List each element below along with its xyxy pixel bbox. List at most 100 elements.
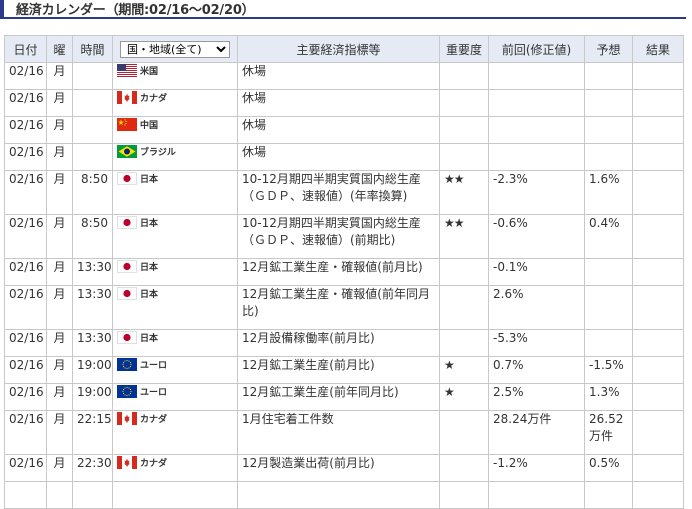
- indicator-cell: 休場: [237, 62, 440, 90]
- forecast-cell: [584, 62, 633, 90]
- importance-cell: [439, 285, 489, 330]
- table-row: 02/16 月 8:50 日本 10-12月期四半期実質国内総生産（ＧＤＰ、速報値）(年…: [4, 170, 684, 215]
- country-name: ユーロ: [140, 361, 168, 371]
- weekday-cell: 月: [46, 143, 73, 171]
- time-cell: [72, 89, 113, 117]
- country-name: カナダ: [140, 459, 168, 469]
- indicator-cell: 12月鉱工業生産(前年同月比): [237, 383, 440, 411]
- date-cell: 02/16: [4, 454, 47, 482]
- importance-cell: [439, 454, 489, 482]
- country-name: 中国: [140, 121, 159, 131]
- result-cell: [632, 62, 684, 90]
- previous-cell: [488, 481, 585, 509]
- country-cell: 中国: [112, 116, 238, 144]
- country-cell: 日本: [112, 170, 238, 215]
- importance-cell: [439, 258, 489, 286]
- flag-jp-icon: [117, 287, 137, 300]
- flag-jp-icon: [117, 216, 137, 229]
- country-cell: [112, 481, 238, 509]
- date-cell: 02/16: [4, 329, 47, 357]
- date-cell: 02/16: [4, 356, 47, 384]
- flag-jp-icon: [117, 172, 137, 185]
- weekday-cell: 月: [46, 170, 73, 215]
- country-cell: 日本: [112, 258, 238, 286]
- importance-cell: ★: [439, 383, 489, 411]
- time-cell: 8:50: [72, 170, 113, 215]
- time-cell: 13:30: [72, 285, 113, 330]
- date-cell: 02/16: [4, 89, 47, 117]
- result-cell: [632, 356, 684, 384]
- importance-cell: ★: [439, 356, 489, 384]
- table-body: 02/16 月米国 休場 02/16 月カナダ 休場 02/16 月中国 休場 02/16 月ブラジ…: [4, 62, 684, 509]
- table-row: 02/16 月 13:30 日本 12月鉱工業生産・確報値(前月比) -0.1%: [4, 258, 684, 286]
- previous-cell: [488, 89, 585, 117]
- date-cell: 02/16: [4, 214, 47, 259]
- importance-cell: [439, 89, 489, 117]
- indicator-cell: 12月鉱工業生産(前月比): [237, 356, 440, 384]
- col-importance-header: 重要度: [439, 35, 489, 63]
- previous-cell: 0.7%: [488, 356, 585, 384]
- indicator-cell: 休場: [237, 89, 440, 117]
- country-cell: ユーロ: [112, 356, 238, 384]
- country-name: 日本: [140, 263, 159, 273]
- time-cell: [72, 481, 113, 509]
- date-cell: 02/16: [4, 143, 47, 171]
- country-name: 日本: [140, 175, 159, 185]
- forecast-cell: [584, 285, 633, 330]
- time-cell: 22:30: [72, 454, 113, 482]
- result-cell: [632, 481, 684, 509]
- time-cell: [72, 116, 113, 144]
- result-cell: [632, 454, 684, 482]
- table-row: 02/16 月 8:50 日本 10-12月期四半期実質国内総生産（ＧＤＰ、速報値）(前…: [4, 214, 684, 259]
- result-cell: [632, 214, 684, 259]
- result-cell: [632, 410, 684, 455]
- table-row: 02/16 月 22:15 カナダ 1月住宅着工件数 28.24万件 26.52万件: [4, 410, 684, 455]
- time-cell: 8:50: [72, 214, 113, 259]
- flag-ca-icon: [117, 91, 137, 104]
- title-bar: 経済カレンダー（期間:02/16〜02/20）: [0, 0, 686, 19]
- previous-cell: -0.1%: [488, 258, 585, 286]
- flag-us-icon: [117, 64, 137, 77]
- country-cell: カナダ: [112, 89, 238, 117]
- date-cell: 02/16: [4, 410, 47, 455]
- importance-cell: [439, 410, 489, 455]
- forecast-cell: 0.5%: [584, 454, 633, 482]
- country-cell: ユーロ: [112, 383, 238, 411]
- indicator-cell: 10-12月期四半期実質国内総生産（ＧＤＰ、速報値）(前期比): [237, 214, 440, 259]
- table-row: 02/16 月 13:30 日本 12月鉱工業生産・確報値(前年同月比) 2.6%: [4, 285, 684, 330]
- date-cell: 02/16: [4, 62, 47, 90]
- region-filter-select[interactable]: 国・地域(全て): [120, 40, 230, 58]
- previous-cell: [488, 116, 585, 144]
- indicator-cell: 10-12月期四半期実質国内総生産（ＧＤＰ、速報値）(年率換算): [237, 170, 440, 215]
- importance-cell: [439, 143, 489, 171]
- indicator-cell: 12月設備稼働率(前月比): [237, 329, 440, 357]
- forecast-cell: [584, 329, 633, 357]
- country-cell: 日本: [112, 329, 238, 357]
- col-time-header: 時間: [72, 35, 113, 63]
- date-cell: 02/16: [4, 285, 47, 330]
- flag-jp-icon: [117, 260, 137, 273]
- weekday-cell: [46, 481, 73, 509]
- flag-cn-icon: [117, 118, 137, 131]
- forecast-cell: 1.3%: [584, 383, 633, 411]
- time-cell: 22:15: [72, 410, 113, 455]
- previous-cell: 2.6%: [488, 285, 585, 330]
- time-cell: 13:30: [72, 329, 113, 357]
- indicator-cell: 休場: [237, 116, 440, 144]
- forecast-cell: [584, 481, 633, 509]
- weekday-cell: 月: [46, 258, 73, 286]
- weekday-cell: 月: [46, 454, 73, 482]
- col-dow-header: 曜: [46, 35, 73, 63]
- table-row: 02/16 月 カナダ 休場: [4, 89, 684, 117]
- importance-cell: [439, 62, 489, 90]
- country-name: ユーロ: [140, 388, 168, 398]
- country-name: 日本: [140, 334, 159, 344]
- indicator-cell: 12月鉱工業生産・確報値(前年同月比): [237, 285, 440, 330]
- country-cell: 日本: [112, 214, 238, 259]
- result-cell: [632, 143, 684, 171]
- weekday-cell: 月: [46, 356, 73, 384]
- country-cell: 米国: [112, 62, 238, 90]
- previous-cell: -2.3%: [488, 170, 585, 215]
- result-cell: [632, 383, 684, 411]
- country-cell: ブラジル: [112, 143, 238, 171]
